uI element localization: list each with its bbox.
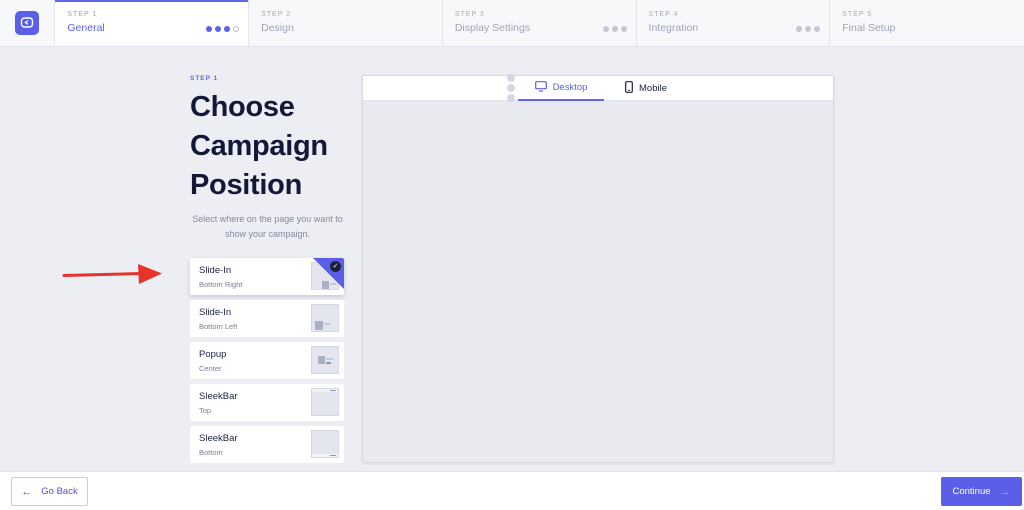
step-eyebrow: STEP 1 (190, 75, 219, 82)
popup-center-thumbnail-icon (311, 346, 339, 374)
step-design[interactable]: STEP 2 Design (249, 0, 443, 46)
sleekbar-bottom-thumbnail-icon (311, 430, 339, 458)
step-navigation: STEP 1 General STEP 2 Design STEP 3 Disp… (0, 0, 1024, 47)
logo-cell[interactable] (0, 0, 56, 46)
arrow-left-icon: ← (21, 485, 33, 498)
campaign-preview-panel: Desktop Mobile (362, 74, 834, 463)
slide-in-bottom-left-thumbnail-icon (311, 304, 339, 332)
tab-mobile[interactable]: Mobile (625, 76, 667, 101)
drag-handle-icon[interactable] (507, 74, 515, 102)
tab-desktop[interactable]: Desktop (518, 76, 604, 101)
step-number: STEP 1 (67, 11, 98, 18)
tab-label: Mobile (639, 83, 667, 94)
step-label: Display Settings (454, 22, 531, 34)
desktop-icon (534, 80, 547, 95)
go-back-button[interactable]: ← Go Back (11, 477, 88, 506)
go-back-label: Go Back (41, 486, 78, 497)
step-number: STEP 3 (454, 11, 485, 18)
continue-button[interactable]: Continue → (941, 477, 1022, 506)
step-label: Integration (648, 22, 699, 34)
app-logo-icon (15, 11, 40, 35)
preview-device-tabs: Desktop Mobile (363, 74, 833, 102)
sleekbar-top-thumbnail-icon (311, 388, 339, 416)
position-option-slide-in-bottom-right[interactable]: Slide-In Bottom Right ✓ (190, 258, 344, 295)
page-title-line: Position (190, 169, 302, 201)
footer-bar: ← Go Back Continue → (0, 471, 1024, 510)
step-label: Final Setup (842, 22, 896, 34)
continue-label: Continue (952, 486, 991, 497)
step-number: STEP 4 (648, 11, 679, 18)
step-progress-dots (602, 26, 627, 32)
page-title: Choose Campaign Position (190, 88, 328, 205)
step-progress-dots (796, 26, 821, 32)
tab-label: Desktop (552, 82, 588, 93)
step-display-settings[interactable]: STEP 3 Display Settings (443, 0, 637, 46)
mobile-icon (625, 81, 633, 96)
page-title-line: Campaign (190, 130, 328, 162)
position-options-list: Slide-In Bottom Right ✓ Slide-In Bottom … (190, 258, 344, 468)
step-number: STEP 2 (261, 11, 292, 18)
page-title-line: Choose (190, 91, 295, 123)
step-integration[interactable]: STEP 4 Integration (637, 0, 831, 46)
arrow-right-icon: → (999, 485, 1011, 498)
step-number: STEP 5 (842, 11, 873, 18)
page-subtitle: Select where on the page you want to sho… (192, 214, 343, 239)
position-option-slide-in-bottom-left[interactable]: Slide-In Bottom Left (190, 300, 344, 337)
step-final-setup[interactable]: STEP 5 Final Setup (830, 0, 1024, 46)
position-option-sleekbar-bottom[interactable]: SleekBar Bottom (190, 426, 344, 463)
position-option-popup-center[interactable]: Popup Center (190, 342, 344, 379)
check-icon: ✓ (330, 261, 341, 272)
position-option-sleekbar-top[interactable]: SleekBar Top (190, 384, 344, 421)
annotation-arrow-icon (62, 264, 162, 284)
step-general[interactable]: STEP 1 General (55, 0, 250, 46)
step-progress-dots (206, 26, 240, 32)
step-label: Design (261, 22, 294, 34)
